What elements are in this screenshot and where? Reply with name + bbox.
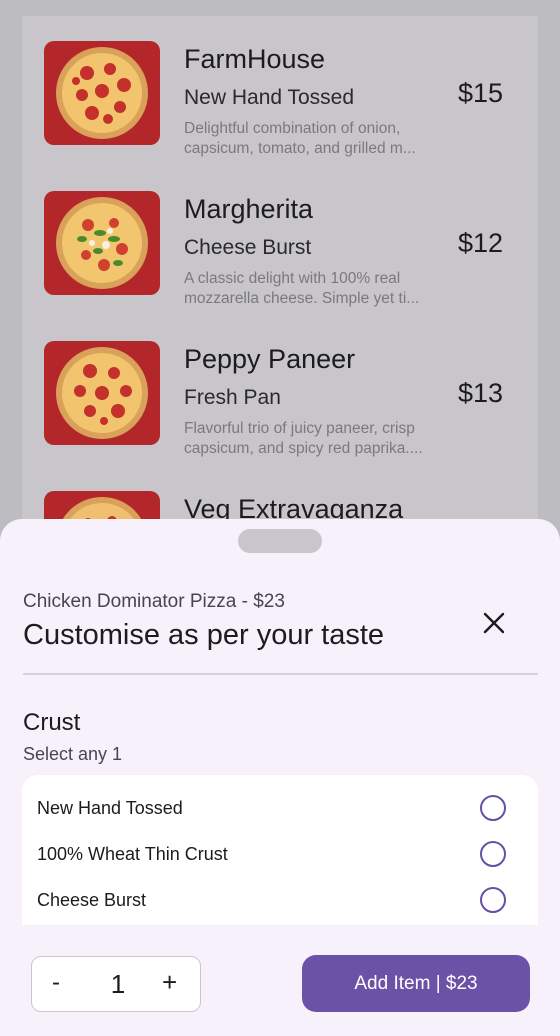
crust-hint: Select any 1 xyxy=(23,744,123,764)
pizza-crust: New Hand Tossed xyxy=(184,86,355,109)
pizza-name: FarmHouse xyxy=(184,44,326,74)
decrement-button[interactable]: - xyxy=(52,969,60,997)
sheet-title: Customise as per your taste xyxy=(23,619,385,651)
pizza-item-peppy-paneer[interactable]: Peppy Paneer Fresh Pan Flavorful trio of… xyxy=(22,316,538,466)
radio-button[interactable] xyxy=(480,887,506,913)
crust-option-cheese-burst[interactable]: Cheese Burst xyxy=(22,881,538,927)
pizza-description: Flavorful trio of juicy paneer, crisp ca… xyxy=(184,420,423,457)
crust-option-new-hand-tossed[interactable]: New Hand Tossed xyxy=(22,789,538,835)
quantity-stepper: - 1 + xyxy=(31,956,201,1012)
quantity-value: 1 xyxy=(110,969,126,999)
pepperoni-pizza-icon xyxy=(44,41,160,145)
pizza-description: A classic delight with 100% real mozzare… xyxy=(184,270,420,307)
pizza-price: $13 xyxy=(458,378,504,408)
pizza-description: Delightful combination of onion, capsicu… xyxy=(184,120,416,157)
increment-button[interactable]: + xyxy=(162,967,177,998)
customise-bottom-sheet: Chicken Dominator Pizza - $23 Customise … xyxy=(0,519,560,1036)
add-item-button[interactable]: Add Item | $23 xyxy=(302,955,530,1012)
option-label: New Hand Tossed xyxy=(37,798,183,818)
pizza-crust: Cheese Burst xyxy=(184,236,312,259)
pizza-crust: Fresh Pan xyxy=(184,386,281,409)
drag-handle[interactable] xyxy=(238,529,322,553)
pizza-price: $15 xyxy=(458,78,504,108)
pizza-name: Peppy Paneer xyxy=(184,344,356,374)
pizza-price: $12 xyxy=(458,228,504,258)
close-icon xyxy=(483,612,505,634)
item-subtitle: Chicken Dominator Pizza - $23 xyxy=(23,591,285,612)
pizza-name: Margherita xyxy=(184,194,314,224)
divider xyxy=(23,673,538,675)
option-label: Cheese Burst xyxy=(37,890,147,910)
margherita-pizza-icon xyxy=(44,191,160,295)
radio-button[interactable] xyxy=(480,841,506,867)
crust-options: New Hand Tossed 100% Wheat Thin Crust Ch… xyxy=(22,775,538,925)
pepperoni-pizza-icon xyxy=(44,341,160,445)
option-label: 100% Wheat Thin Crust xyxy=(37,844,228,864)
pizza-menu-list[interactable]: FarmHouse New Hand Tossed Delightful com… xyxy=(22,16,538,536)
crust-option-wheat-thin-crust[interactable]: 100% Wheat Thin Crust xyxy=(22,835,538,881)
close-button[interactable] xyxy=(478,607,510,639)
pizza-item-margherita[interactable]: Margherita Cheese Burst A classic deligh… xyxy=(22,166,538,316)
crust-heading: Crust xyxy=(23,709,81,736)
pizza-item-farmhouse[interactable]: FarmHouse New Hand Tossed Delightful com… xyxy=(22,16,538,166)
radio-button[interactable] xyxy=(480,795,506,821)
